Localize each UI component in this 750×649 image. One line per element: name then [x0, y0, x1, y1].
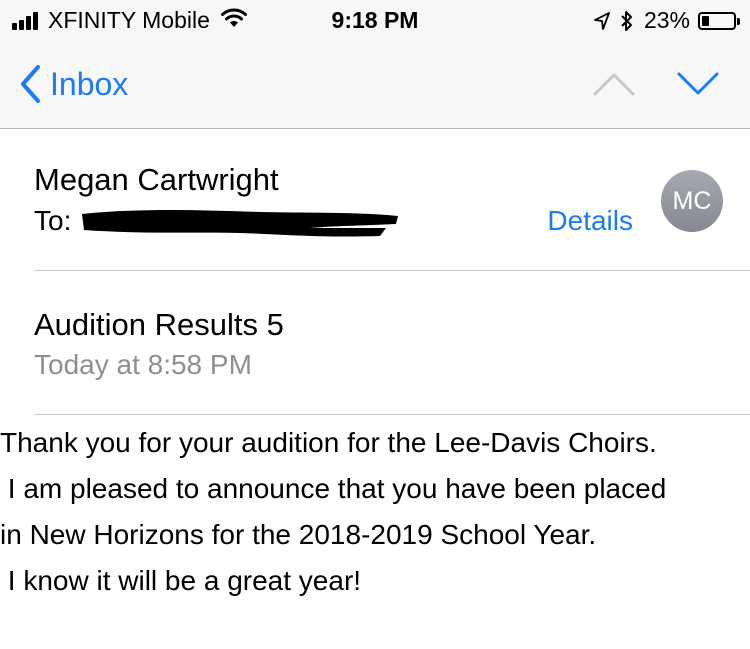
body-line: I know it will be a great year! [0, 565, 362, 596]
body-line: I am pleased to announce that you have b… [0, 473, 667, 504]
recipient-redaction [82, 210, 398, 237]
details-link[interactable]: Details [547, 205, 633, 237]
battery-fill [702, 15, 709, 26]
location-arrow-icon [594, 11, 610, 30]
status-bar: XFINITY Mobile 9:18 PM 23% [0, 0, 750, 40]
subject-divider [34, 414, 750, 415]
message-body: Thank you for your audition for the Lee-… [0, 420, 750, 604]
header-divider [34, 270, 750, 271]
battery-percent: 23% [643, 7, 690, 33]
message-date: Today at 8:58 PM [34, 349, 252, 380]
back-label: Inbox [50, 65, 129, 102]
body-line: Thank you for your audition for the Lee-… [0, 427, 657, 458]
mail-message-screen: XFINITY Mobile 9:18 PM 23% Inbox Megan C… [0, 0, 750, 649]
body-line: in New Horizons for the 2018-2019 School… [0, 519, 597, 550]
chevron-up-icon[interactable] [592, 70, 636, 98]
status-right: 23% [594, 7, 740, 34]
sender-name: Megan Cartwright [34, 162, 279, 197]
bluetooth-icon [620, 10, 634, 32]
avatar: MC [661, 170, 723, 232]
nav-bar: Inbox [0, 40, 750, 129]
battery-icon [698, 11, 740, 30]
chevron-down-icon[interactable] [676, 70, 720, 98]
back-button[interactable]: Inbox [18, 64, 128, 104]
chevron-left-icon [21, 65, 40, 103]
avatar-initials: MC [672, 186, 712, 215]
message-subject: Audition Results 5 [34, 307, 284, 342]
to-label: To: [34, 205, 72, 236]
